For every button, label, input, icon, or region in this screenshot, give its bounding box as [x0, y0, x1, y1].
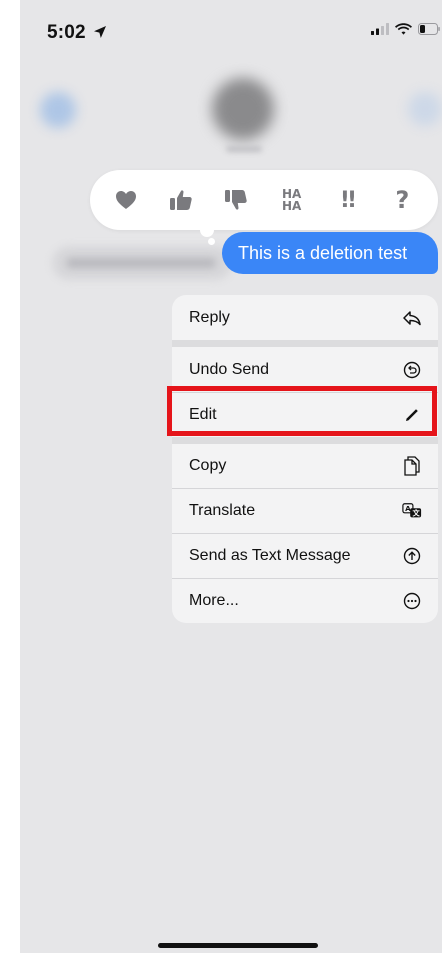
tapback-thumbs-down[interactable] [216, 180, 256, 220]
home-indicator[interactable] [158, 943, 318, 948]
blurred-contact-name [226, 146, 262, 152]
tapback-bar: HA HA !! ? [90, 170, 438, 230]
tapback-tail-dot-small [208, 238, 215, 245]
menu-group-separator [172, 437, 438, 444]
menu-item-send-as-text[interactable]: Send as Text Message [172, 534, 438, 578]
menu-group-separator [172, 340, 438, 347]
message-bubble[interactable]: This is a deletion test [222, 232, 438, 274]
exclamation-icon: !! [339, 187, 357, 213]
svg-text:文: 文 [412, 509, 421, 518]
menu-item-copy[interactable]: Copy [172, 444, 438, 488]
menu-item-more[interactable]: More... [172, 579, 438, 623]
status-time: 5:02 [47, 22, 107, 44]
status-time-text: 5:02 [47, 22, 86, 43]
blurred-message-text [66, 258, 216, 268]
blurred-contact-avatar [212, 78, 274, 140]
translate-icon: A 文 [402, 501, 422, 521]
tapback-exclamation[interactable]: !! [327, 180, 367, 220]
undo-send-icon [402, 360, 422, 380]
blurred-video-button [408, 92, 442, 126]
tapback-question[interactable]: ? [382, 180, 422, 220]
more-ellipsis-icon [402, 591, 422, 611]
menu-item-label: Reply [189, 308, 230, 326]
send-arrow-up-icon [402, 546, 422, 566]
menu-item-label: More... [189, 592, 239, 609]
menu-item-label: Undo Send [189, 360, 270, 378]
thumbs-down-icon [225, 190, 248, 210]
heart-icon [115, 191, 136, 209]
tapback-tail-dot [200, 223, 214, 237]
haha-line-2: HA [281, 199, 302, 213]
message-text: This is a deletion test [238, 242, 408, 263]
reply-icon [402, 308, 422, 328]
edit-highlight-box [167, 386, 437, 436]
question-icon: ? [395, 186, 410, 214]
menu-item-label: Copy [189, 457, 227, 474]
copy-icon [402, 456, 422, 476]
menu-item-reply[interactable]: Reply [172, 295, 438, 340]
menu-item-label: Send as Text Message [189, 547, 351, 564]
haha-icon: HA HA [282, 188, 301, 212]
thumbs-up-icon [169, 190, 192, 210]
location-arrow-icon [94, 26, 107, 38]
tapback-heart[interactable] [106, 180, 146, 220]
wifi-icon [395, 23, 412, 35]
tapback-thumbs-up[interactable] [161, 180, 201, 220]
status-right [371, 22, 440, 35]
context-menu: Reply Undo Send Edit Copy Translate A 文 … [172, 295, 438, 623]
menu-item-label: Translate [189, 502, 256, 519]
blurred-back-button [40, 92, 76, 128]
menu-item-translate[interactable]: Translate A 文 [172, 489, 438, 533]
tapback-haha[interactable]: HA HA [272, 180, 312, 220]
battery-icon [418, 22, 440, 35]
cellular-signal-icon [371, 22, 389, 35]
